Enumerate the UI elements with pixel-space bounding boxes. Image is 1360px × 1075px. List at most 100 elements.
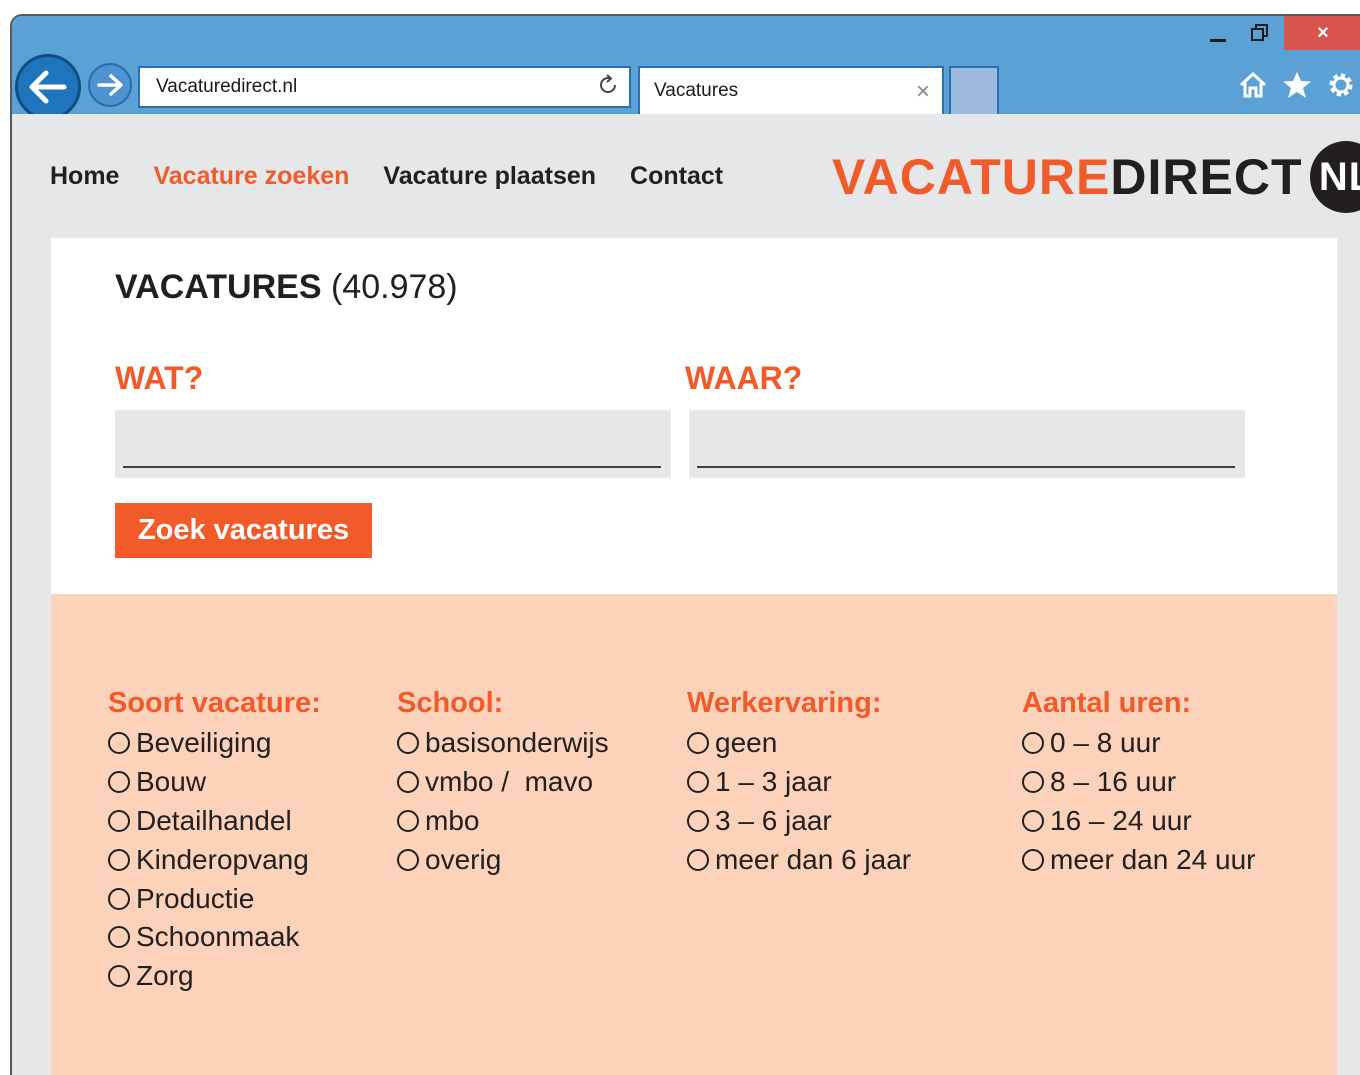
- logo-nl-badge: NL: [1310, 141, 1360, 213]
- menu-item-vacature-zoeken[interactable]: Vacature zoeken: [153, 162, 349, 191]
- forward-button[interactable]: [88, 63, 132, 107]
- option-label: meer dan 24 uur: [1050, 843, 1256, 875]
- filter-option[interactable]: overig: [397, 840, 609, 879]
- browser-window: × Vacaturedirect.nl Vacatures × Home Vac…: [10, 14, 1360, 1075]
- option-label: Productie: [136, 882, 255, 914]
- option-label: Bouw: [136, 766, 207, 798]
- filter-option[interactable]: 8 – 16 uur: [1022, 763, 1255, 802]
- restore-icon: [1251, 24, 1268, 41]
- option-label: vmbo / mavo: [425, 766, 594, 798]
- settings-gear-icon[interactable]: [1324, 68, 1358, 102]
- filter-option[interactable]: Bouw: [108, 763, 321, 802]
- filter-option[interactable]: basisonderwijs: [397, 724, 609, 763]
- menu-item-contact[interactable]: Contact: [630, 162, 723, 191]
- option-label: meer dan 6 jaar: [715, 843, 912, 875]
- filter-option[interactable]: vmbo / mavo: [397, 763, 609, 802]
- what-input[interactable]: [115, 410, 671, 478]
- minimize-icon: [1210, 38, 1226, 42]
- radio-icon[interactable]: [687, 848, 709, 871]
- filter-option[interactable]: Kinderopvang: [108, 840, 321, 879]
- filter-option[interactable]: Productie: [108, 879, 321, 918]
- radio-icon[interactable]: [108, 965, 130, 988]
- radio-icon[interactable]: [687, 809, 709, 832]
- option-label: 16 – 24 uur: [1050, 804, 1192, 836]
- filter-option[interactable]: mbo: [397, 802, 609, 841]
- search-button[interactable]: Zoek vacatures: [115, 503, 372, 558]
- radio-icon[interactable]: [687, 732, 709, 755]
- menu-item-home[interactable]: Home: [50, 162, 119, 191]
- filter-option[interactable]: 16 – 24 uur: [1022, 802, 1255, 841]
- radio-icon[interactable]: [108, 771, 130, 794]
- option-label: Detailhandel: [136, 804, 292, 836]
- refresh-icon[interactable]: [597, 74, 619, 102]
- tab-close-icon[interactable]: ×: [916, 78, 930, 106]
- radio-icon[interactable]: [108, 926, 130, 949]
- option-label: mbo: [425, 804, 480, 836]
- option-label: Schoonmaak: [136, 921, 300, 953]
- vacancy-count: (40.978): [330, 268, 458, 306]
- filter-option[interactable]: geen: [687, 724, 911, 763]
- radio-icon[interactable]: [397, 848, 419, 871]
- filter-title: Soort vacature:: [108, 687, 321, 719]
- back-button[interactable]: [15, 54, 81, 120]
- radio-icon[interactable]: [397, 809, 419, 832]
- radio-icon[interactable]: [397, 732, 419, 755]
- close-window-button[interactable]: ×: [1284, 16, 1360, 50]
- filter-option[interactable]: Zorg: [108, 957, 321, 996]
- option-label: geen: [715, 727, 778, 759]
- favorites-star-icon[interactable]: [1280, 68, 1314, 102]
- radio-icon[interactable]: [1022, 771, 1044, 794]
- site-logo[interactable]: VACATUREDIRECTNL: [832, 141, 1360, 213]
- home-icon[interactable]: [1236, 68, 1270, 102]
- minimize-button[interactable]: [1198, 16, 1238, 50]
- page-title-text: VACATURES: [115, 268, 322, 306]
- option-label: Beveiliging: [136, 727, 272, 759]
- browser-titlebar: × Vacaturedirect.nl Vacatures ×: [12, 16, 1360, 120]
- option-label: basisonderwijs: [425, 727, 609, 759]
- option-label: overig: [425, 843, 502, 875]
- option-label: Kinderopvang: [136, 843, 309, 875]
- restore-button[interactable]: [1240, 16, 1280, 50]
- filter-option[interactable]: 1 – 3 jaar: [687, 763, 911, 802]
- where-label: WAAR?: [685, 360, 803, 396]
- radio-icon[interactable]: [1022, 809, 1044, 832]
- where-input[interactable]: [689, 410, 1245, 478]
- filter-option[interactable]: 0 – 8 uur: [1022, 724, 1255, 763]
- close-icon: ×: [1317, 21, 1329, 44]
- filter-title: Aantal uren:: [1022, 687, 1192, 719]
- page-title: VACATURES (40.978): [115, 268, 458, 307]
- arrow-right-icon: [97, 74, 123, 96]
- radio-icon[interactable]: [108, 809, 130, 832]
- menu-item-vacature-plaatsen[interactable]: Vacature plaatsen: [383, 162, 596, 191]
- radio-icon[interactable]: [108, 732, 130, 755]
- radio-icon[interactable]: [1022, 732, 1044, 755]
- main-menu: Home Vacature zoeken Vacature plaatsen C…: [50, 162, 757, 191]
- option-label: 1 – 3 jaar: [715, 766, 832, 798]
- filter-option[interactable]: Beveiliging: [108, 724, 321, 763]
- new-tab-button[interactable]: [949, 66, 999, 114]
- radio-icon[interactable]: [108, 887, 130, 910]
- filter-group-soort-vacature: Soort vacature: Beveiliging Bouw Detailh…: [108, 686, 321, 996]
- where-input-underline: [697, 466, 1235, 468]
- filter-option[interactable]: Detailhandel: [108, 802, 321, 841]
- radio-icon[interactable]: [1022, 848, 1044, 871]
- arrow-left-icon: [29, 70, 67, 104]
- filter-group-aantal-uren: Aantal uren: 0 – 8 uur 8 – 16 uur 16 – 2…: [1022, 686, 1255, 879]
- filter-option[interactable]: meer dan 6 jaar: [687, 840, 911, 879]
- address-bar[interactable]: Vacaturedirect.nl: [138, 66, 631, 108]
- what-label: WAT?: [115, 360, 204, 396]
- tab-vacatures[interactable]: Vacatures ×: [638, 66, 944, 114]
- option-label: 3 – 6 jaar: [715, 804, 832, 836]
- filter-group-school: School: basisonderwijs vmbo / mavo mbo o…: [397, 686, 609, 879]
- radio-icon[interactable]: [687, 771, 709, 794]
- address-url: Vacaturedirect.nl: [156, 76, 298, 97]
- filter-option[interactable]: meer dan 24 uur: [1022, 840, 1255, 879]
- radio-icon[interactable]: [397, 771, 419, 794]
- logo-part-direct: DIRECT: [1110, 149, 1303, 205]
- filter-title: Werkervaring:: [687, 687, 882, 719]
- filter-option[interactable]: 3 – 6 jaar: [687, 802, 911, 841]
- radio-icon[interactable]: [108, 848, 130, 871]
- filters-panel: Soort vacature: Beveiliging Bouw Detailh…: [51, 594, 1337, 1075]
- what-input-underline: [123, 466, 661, 468]
- filter-option[interactable]: Schoonmaak: [108, 918, 321, 957]
